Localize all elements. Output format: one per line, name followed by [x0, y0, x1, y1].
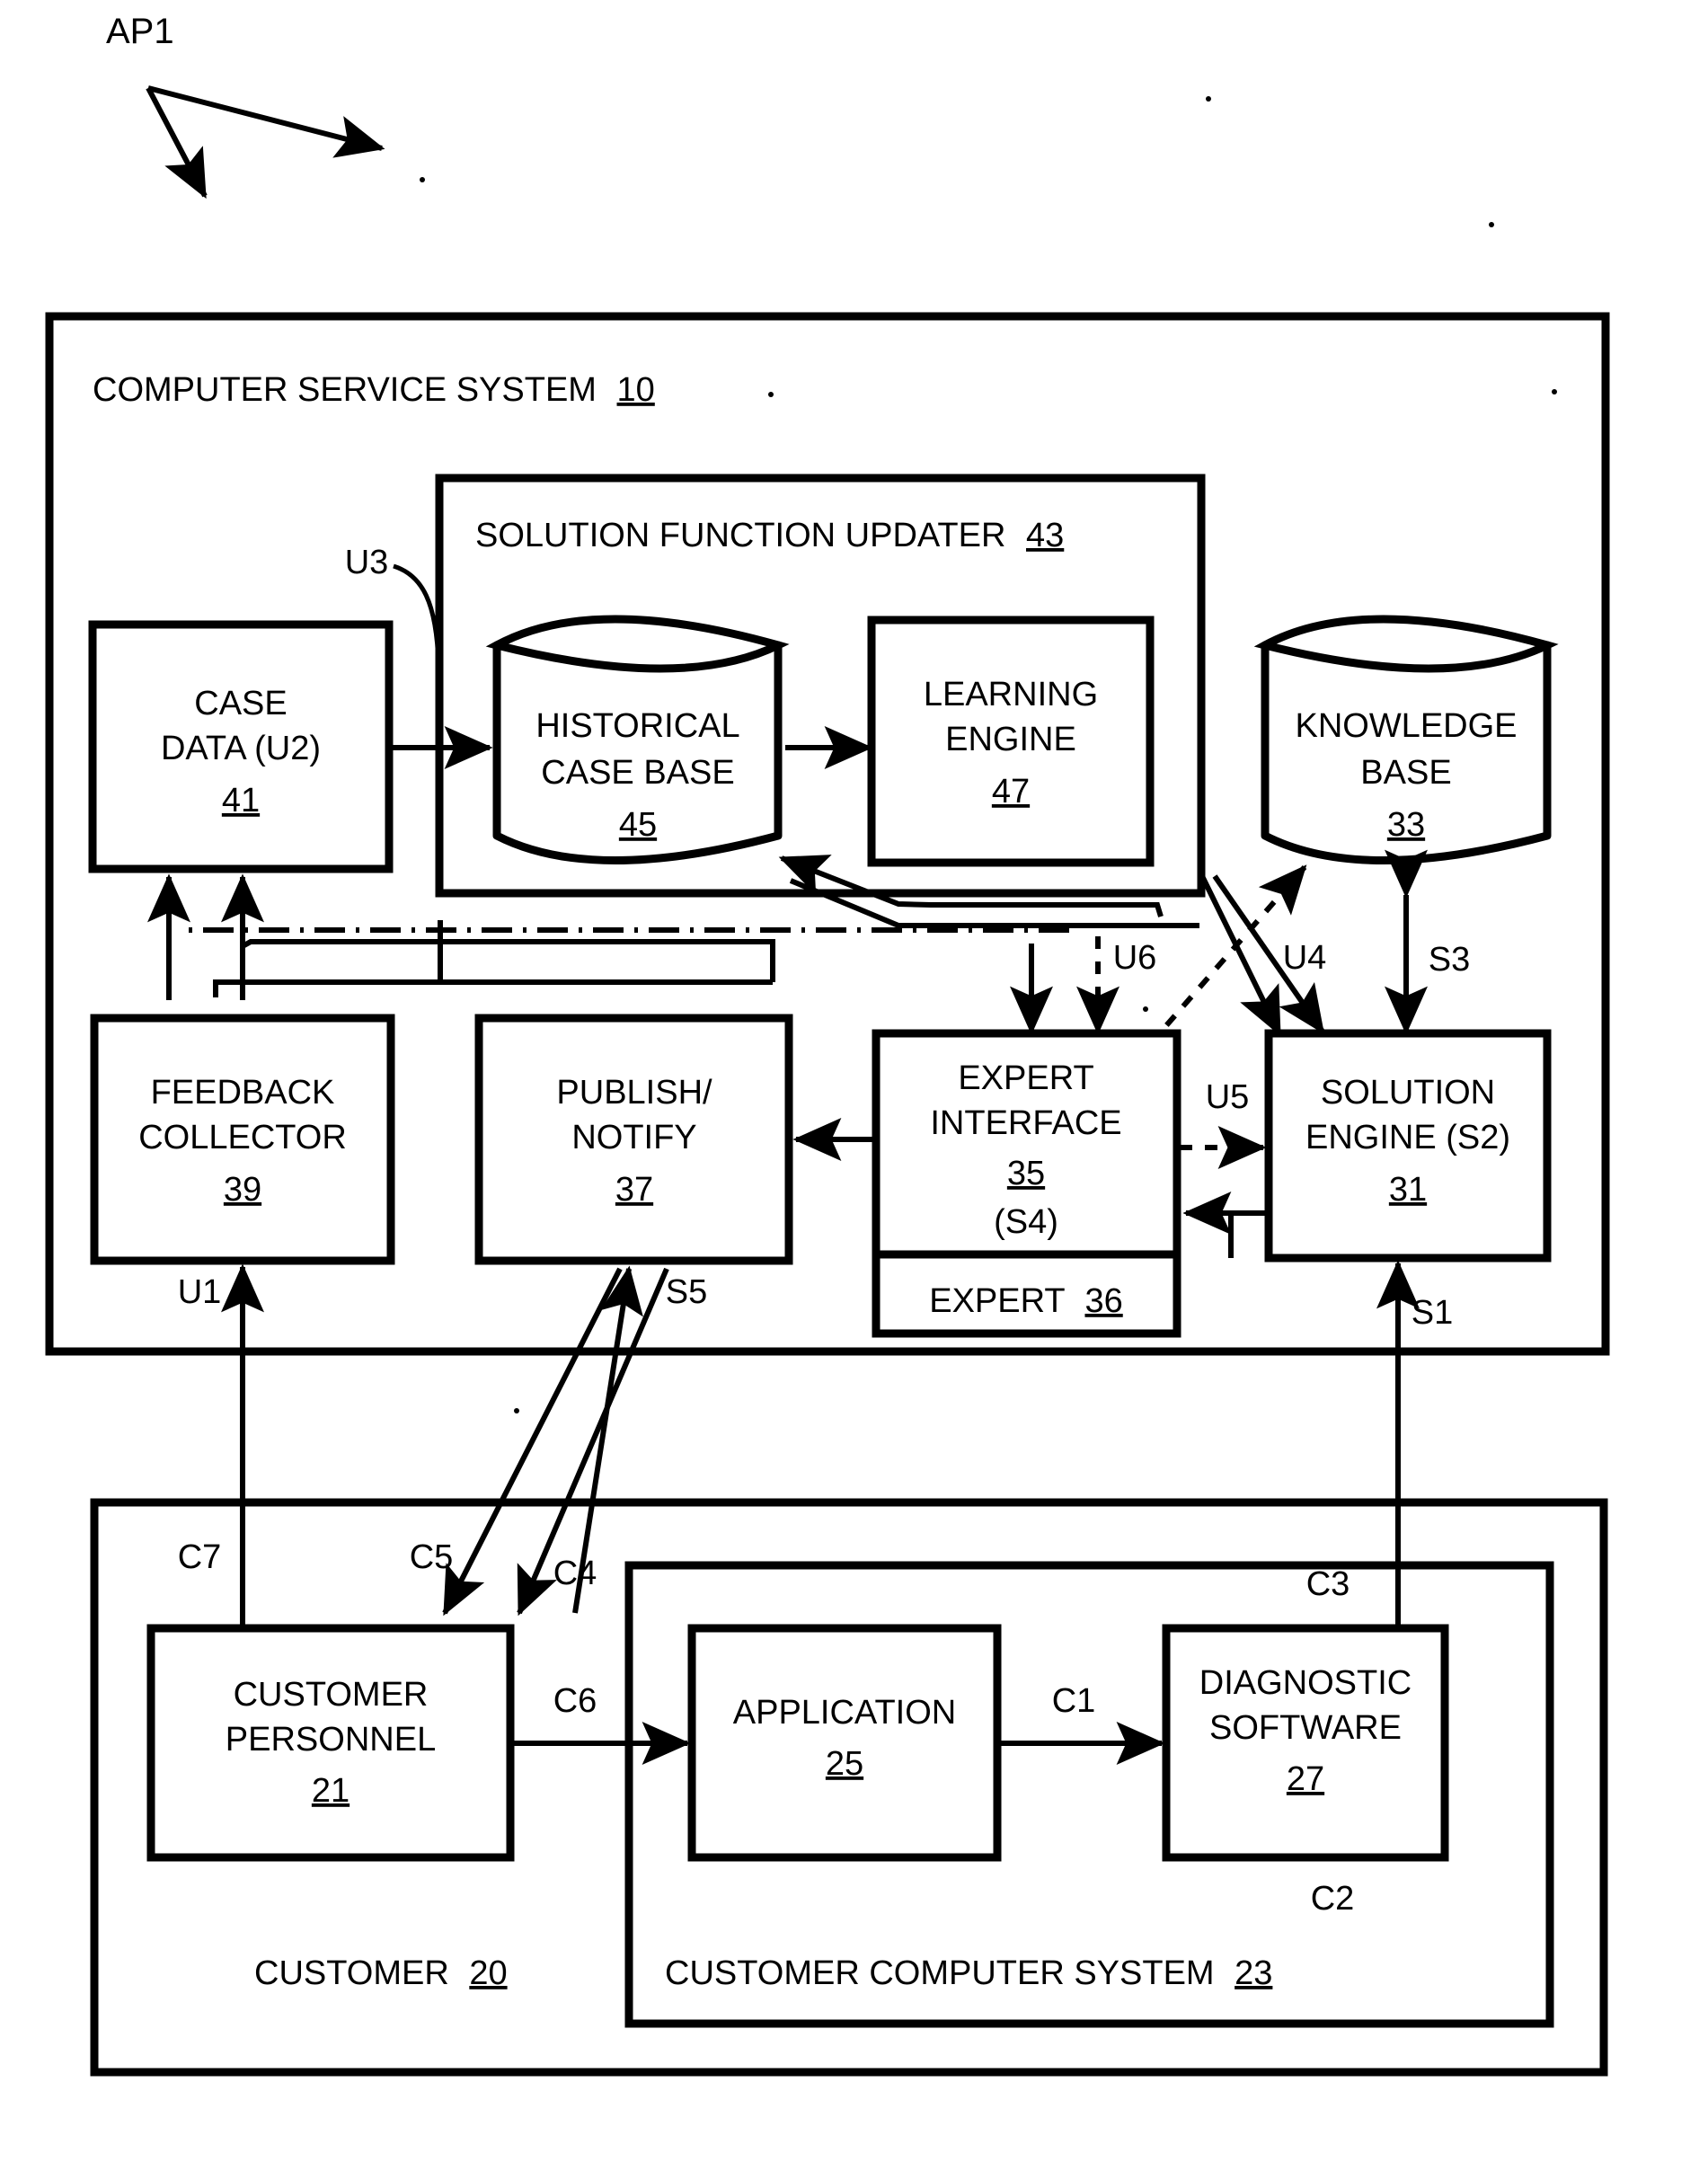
customer-personnel-line-2: PERSONNEL	[226, 1721, 436, 1759]
application-label: APPLICATION	[733, 1694, 956, 1732]
solution-engine-ref: 31	[1389, 1171, 1427, 1209]
expert-interface-line-2: INTERFACE	[930, 1104, 1121, 1142]
s1-label: S1	[1412, 1294, 1453, 1332]
expert-label: EXPERT 36	[929, 1282, 1123, 1320]
node-historical-case-base[interactable]: HISTORICAL CASE BASE 45	[485, 615, 790, 864]
historical-case-base-line-1: HISTORICAL	[535, 707, 739, 745]
case-data-line-1: CASE	[194, 685, 287, 722]
publish-notify-ref: 37	[615, 1171, 653, 1209]
node-diagnostic-software[interactable]: DIAGNOSTIC SOFTWARE 27	[1162, 1624, 1449, 1862]
flow-u4: U4	[1283, 939, 1327, 977]
c3-label: C3	[1306, 1565, 1350, 1603]
patent-figure: AP1 COMPUTER SERVICE SYSTEM 10 SOLUTION …	[45, 12, 1610, 2077]
s5-label: S5	[666, 1273, 707, 1311]
u4-label: U4	[1283, 939, 1327, 977]
c7-label: C7	[178, 1538, 222, 1576]
publish-notify-line-2: NOTIFY	[571, 1119, 696, 1156]
node-customer-personnel[interactable]: CUSTOMER PERSONNEL 21	[146, 1624, 515, 1862]
diagnostic-software-line-1: DIAGNOSTIC	[1199, 1664, 1412, 1702]
feedback-collector-ref: 39	[224, 1171, 261, 1209]
case-data-line-2: DATA (U2)	[161, 730, 321, 767]
node-feedback-collector[interactable]: FEEDBACK COLLECTOR 39	[90, 1014, 395, 1265]
c4-label: C4	[553, 1555, 597, 1592]
node-publish-notify[interactable]: PUBLISH/ NOTIFY 37	[474, 1014, 793, 1265]
node-learning-engine[interactable]: LEARNING ENGINE 47	[867, 616, 1155, 867]
expert-interface-sub: (S4)	[994, 1203, 1058, 1241]
s3-label: S3	[1429, 941, 1470, 979]
node-knowledge-base[interactable]: KNOWLEDGE BASE 33	[1253, 615, 1559, 864]
c2-label: C2	[1311, 1880, 1355, 1918]
u6-label: U6	[1113, 939, 1157, 977]
arrow-expert-interface-to-historical-case-base	[778, 855, 1164, 917]
customer-personnel-line-1: CUSTOMER	[234, 1676, 429, 1714]
case-data-ref: 41	[222, 782, 260, 820]
knowledge-base-line-2: BASE	[1360, 754, 1451, 792]
solution-engine-line-1: SOLUTION	[1321, 1074, 1495, 1112]
publish-notify-line-1: PUBLISH/	[556, 1074, 712, 1112]
knowledge-base-line-1: KNOWLEDGE	[1295, 707, 1517, 745]
historical-case-base-ref: 45	[619, 806, 657, 844]
customer-personnel-ref: 21	[312, 1772, 350, 1810]
flow-s1: S1	[1412, 1294, 1453, 1332]
u3-leader	[393, 563, 441, 666]
learning-engine-ref: 47	[992, 773, 1030, 811]
application-box[interactable]	[687, 1624, 1002, 1862]
learning-engine-line-2: ENGINE	[945, 721, 1076, 758]
flow-c6: C6	[510, 1682, 691, 1765]
c6-label: C6	[553, 1682, 597, 1720]
flow-c1: C1	[997, 1682, 1165, 1765]
c5-label: C5	[410, 1538, 454, 1576]
diagnostic-software-ref: 27	[1287, 1760, 1324, 1798]
expert-interface-ref: 35	[1007, 1155, 1045, 1192]
solution-engine-line-2: ENGINE (S2)	[1305, 1119, 1510, 1156]
u5-label: U5	[1206, 1078, 1250, 1116]
knowledge-base-ref: 33	[1387, 806, 1425, 844]
return-bus-upper	[241, 939, 775, 982]
node-application[interactable]: APPLICATION 25	[687, 1624, 1002, 1862]
historical-case-base-line-2: CASE BASE	[541, 754, 734, 792]
ap1-arrow-right	[147, 85, 385, 158]
diagnostic-software-line-2: SOFTWARE	[1209, 1709, 1402, 1747]
service-system-label: COMPUTER SERVICE SYSTEM 10	[93, 371, 655, 409]
flow-u1: U1	[178, 1273, 222, 1311]
node-case-data[interactable]: CASE DATA (U2) 41	[88, 620, 394, 873]
learning-engine-line-1: LEARNING	[924, 676, 1098, 713]
flow-s3: S3	[1385, 849, 1470, 1035]
feedback-collector-line-2: COLLECTOR	[138, 1119, 347, 1156]
u3-label: U3	[345, 544, 389, 581]
expert-interface-line-1: EXPERT	[958, 1059, 1093, 1097]
ap1-arrow-down	[146, 86, 208, 199]
node-solution-engine[interactable]: SOLUTION ENGINE (S2) 31	[1264, 1029, 1552, 1263]
u1-label: U1	[178, 1273, 222, 1311]
customer-label: CUSTOMER 20	[254, 1954, 508, 1992]
feedback-collector-line-1: FEEDBACK	[151, 1074, 335, 1112]
flow-u5: U5	[1180, 1078, 1267, 1169]
customer-computer-system-label: CUSTOMER COMPUTER SYSTEM 23	[665, 1954, 1272, 1992]
flow-s5: S5	[666, 1273, 707, 1311]
solution-function-updater-label: SOLUTION FUNCTION UPDATER 43	[475, 517, 1064, 554]
ap1-callout: AP1	[106, 12, 385, 199]
c1-label: C1	[1052, 1682, 1096, 1720]
application-ref: 25	[826, 1745, 863, 1783]
node-expert[interactable]: EXPERT 36	[872, 1250, 1181, 1338]
flow-u6: U6	[1076, 936, 1157, 1035]
ap1-label: AP1	[106, 12, 174, 51]
